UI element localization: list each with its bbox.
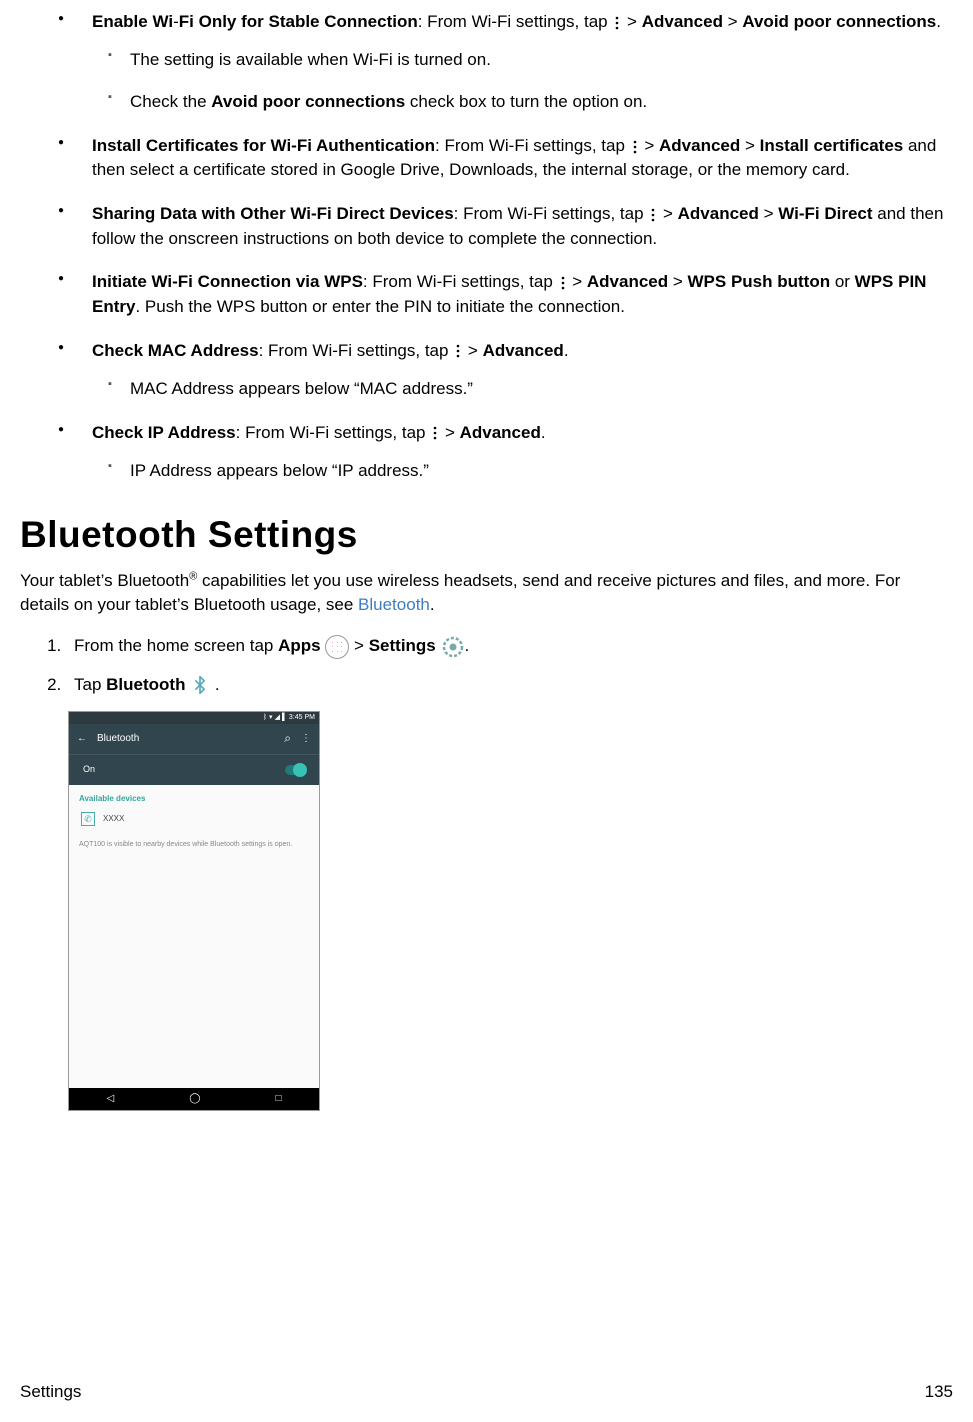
steps-list: From the home screen tap Apps > Settings… <box>20 634 953 696</box>
nav-bar: ◁ ◯ □ <box>69 1088 319 1110</box>
sub-list: IP Address appears below “IP address.” <box>92 459 953 483</box>
toggle-row[interactable]: On <box>69 754 319 785</box>
battery-status-icon: ▌ <box>282 713 287 723</box>
item-title: Initiate Wi-Fi Connection via WPS <box>92 272 363 291</box>
status-time: 3:45 PM <box>289 713 315 723</box>
status-bar: ᛒ ▾ ◢ ▌ 3:45 PM <box>69 712 319 724</box>
bluetooth-settings-screenshot: ᛒ ▾ ◢ ▌ 3:45 PM ← Bluetooth ⌕ ⋮ On Avail… <box>68 711 320 1111</box>
nav-home-icon[interactable]: ◯ <box>189 1092 200 1106</box>
bullet-item: Sharing Data with Other Wi-Fi Direct Dev… <box>72 202 953 250</box>
toggle-switch-icon[interactable] <box>285 765 305 775</box>
back-icon[interactable]: ← <box>77 732 87 746</box>
bluetooth-status-icon: ᛒ <box>263 713 267 723</box>
signal-status-icon: ◢ <box>275 713 280 723</box>
more-icon <box>430 421 440 445</box>
section-header: Available devices <box>69 785 319 808</box>
footer-page-number: 135 <box>925 1380 953 1404</box>
device-name: XXXX <box>103 813 124 824</box>
more-icon <box>558 271 568 295</box>
more-icon <box>648 203 658 227</box>
device-row[interactable]: ✆ XXXX <box>69 808 319 830</box>
apps-icon <box>325 635 349 659</box>
bullet-list: Enable Wi-Fi Only for Stable Connection:… <box>20 10 953 483</box>
wifi-status-icon: ▾ <box>269 713 273 723</box>
sub-item: MAC Address appears below “MAC address.” <box>122 377 953 401</box>
search-icon[interactable]: ⌕ <box>284 730 291 747</box>
page-heading: Bluetooth Settings <box>20 509 953 561</box>
sub-item: Check the Avoid poor connections check b… <box>122 90 953 114</box>
bullet-item: Install Certificates for Wi-Fi Authentic… <box>72 134 953 182</box>
page-footer: Settings 135 <box>20 1380 953 1404</box>
bullet-item: Check IP Address: From Wi-Fi settings, t… <box>72 421 953 483</box>
app-bar: ← Bluetooth ⌕ ⋮ <box>69 724 319 754</box>
step-item: From the home screen tap Apps > Settings… <box>66 634 953 659</box>
footer-section: Settings <box>20 1380 81 1404</box>
bullet-item: Check MAC Address: From Wi-Fi settings, … <box>72 339 953 401</box>
item-title: Sharing Data with Other Wi-Fi Direct Dev… <box>92 204 454 223</box>
item-title: Check MAC Address <box>92 341 259 360</box>
sub-item: The setting is available when Wi-Fi is t… <box>122 48 953 72</box>
sub-item: IP Address appears below “IP address.” <box>122 459 953 483</box>
bluetooth-icon <box>190 675 210 695</box>
item-title: Enable Wi <box>92 12 173 31</box>
more-icon <box>453 339 463 363</box>
toggle-label: On <box>83 763 95 776</box>
item-title: Check IP Address <box>92 423 236 442</box>
sub-list: The setting is available when Wi-Fi is t… <box>92 48 953 114</box>
more-icon <box>612 11 622 35</box>
nav-back-icon[interactable]: ◁ <box>107 1092 115 1106</box>
nav-recent-icon[interactable]: □ <box>275 1092 281 1106</box>
step-item: Tap Bluetooth . <box>66 673 953 697</box>
phone-icon: ✆ <box>81 812 95 826</box>
more-icon[interactable]: ⋮ <box>301 732 311 746</box>
app-bar-title: Bluetooth <box>97 732 274 746</box>
more-icon <box>630 135 640 159</box>
visibility-note: AQT100 is visible to nearby devices whil… <box>69 830 319 860</box>
bullet-item: Initiate Wi-Fi Connection via WPS: From … <box>72 270 953 318</box>
intro-paragraph: Your tablet’s Bluetooth® capabilities le… <box>20 569 933 617</box>
sub-list: MAC Address appears below “MAC address.” <box>92 377 953 401</box>
settings-icon <box>441 635 465 659</box>
bullet-item: Enable Wi-Fi Only for Stable Connection:… <box>72 10 953 114</box>
item-title: Install Certificates for Wi-Fi Authentic… <box>92 136 435 155</box>
bluetooth-link[interactable]: Bluetooth <box>358 595 430 614</box>
